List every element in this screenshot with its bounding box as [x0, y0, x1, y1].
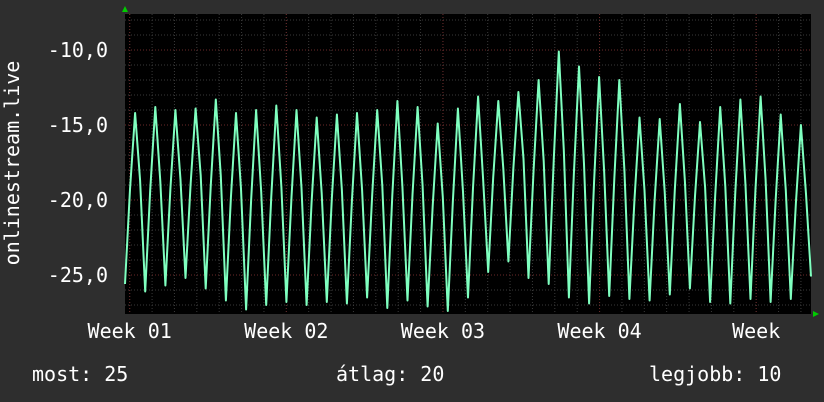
x-axis: Week 01 Week 02 Week 03 Week 04 Week: [88, 319, 781, 343]
stat-average: átlag: 20: [336, 362, 445, 386]
x-tick-label: Week: [732, 319, 780, 343]
x-tick-label: Week 04: [557, 319, 641, 343]
x-tick-label: Week 03: [401, 319, 485, 343]
x-tick-label: Week 02: [244, 319, 328, 343]
y-axis-arrow: [122, 6, 128, 12]
y-axis: -10,0 -15,0 -20,0 -25,0: [48, 38, 108, 287]
x-axis-arrow: [813, 311, 819, 317]
stat-current: most: 25: [32, 362, 129, 386]
x-tick-label: Week 01: [88, 319, 172, 343]
y-tick-label: -10,0: [48, 38, 108, 62]
chart: -10,0-15,0-20,0-25,0 Week 01 Week 02 Week …: [48, 6, 819, 343]
y-tick-label: -15,0: [48, 113, 108, 137]
y-tick-label: -25,0: [48, 263, 108, 287]
stat-best: legjobb: 10: [649, 362, 782, 386]
y-axis-label: onlinestream.live: [0, 60, 24, 266]
y-tick-label: -20,0: [48, 188, 108, 212]
